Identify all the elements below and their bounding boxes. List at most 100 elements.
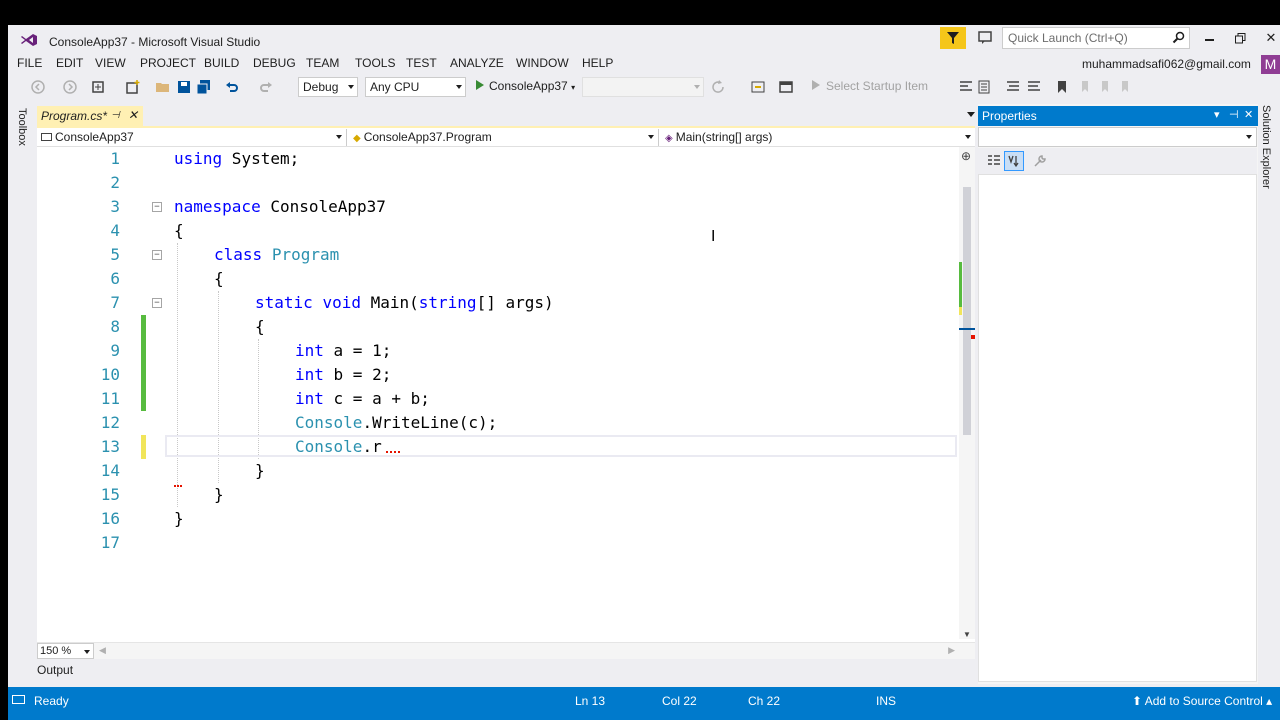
align-icon[interactable] bbox=[958, 79, 974, 95]
property-pages-icon[interactable] bbox=[1032, 153, 1048, 169]
next-bookmark-icon[interactable] bbox=[1096, 79, 1112, 95]
pin-icon[interactable]: ⊣ bbox=[111, 110, 120, 121]
alphabetical-button[interactable] bbox=[1004, 151, 1024, 171]
save-all-icon[interactable] bbox=[196, 79, 212, 95]
new-project-icon[interactable] bbox=[125, 79, 141, 95]
window-title: ConsoleApp37 - Microsoft Visual Studio bbox=[49, 35, 261, 49]
uncomment-icon[interactable] bbox=[1026, 79, 1042, 95]
configuration-select[interactable]: Debug bbox=[298, 77, 358, 97]
member-dropdown[interactable]: ◈ Main(string[] args) bbox=[661, 129, 975, 146]
menu-edit[interactable]: EDIT bbox=[56, 56, 83, 70]
window-position-icon[interactable]: ▾ bbox=[1214, 108, 1220, 121]
user-email[interactable]: muhammadsafi062@gmail.com bbox=[1082, 57, 1251, 71]
comment-icon[interactable] bbox=[1005, 79, 1021, 95]
left-tool-strip: Toolbox bbox=[8, 104, 36, 684]
split-window-icon[interactable]: ⊕ bbox=[961, 149, 971, 163]
menu-window[interactable]: WINDOW bbox=[516, 56, 569, 70]
code-text: class Program bbox=[214, 245, 340, 264]
project-dropdown[interactable]: ConsoleApp37 bbox=[37, 129, 347, 146]
line-number: 17 bbox=[100, 533, 120, 552]
collapse-icon[interactable]: − bbox=[152, 202, 162, 212]
undo-icon[interactable] bbox=[224, 79, 240, 95]
code-text: Console.r bbox=[295, 437, 382, 456]
clear-bookmarks-icon[interactable] bbox=[1116, 79, 1132, 95]
open-folder-icon[interactable] bbox=[155, 79, 171, 95]
toggle-window-icon[interactable] bbox=[778, 79, 794, 95]
menu-analyze[interactable]: ANALYZE bbox=[450, 56, 504, 70]
redo-icon[interactable] bbox=[258, 79, 274, 95]
navigate-back-icon[interactable] bbox=[30, 79, 46, 95]
close-panel-icon[interactable]: ✕ bbox=[1244, 108, 1253, 121]
menu-test[interactable]: TEST bbox=[406, 56, 437, 70]
code-line: 12 Console.WriteLine(c); bbox=[37, 411, 959, 435]
zoom-select[interactable]: 150 % bbox=[37, 643, 94, 659]
code-line: 16 } bbox=[37, 507, 959, 531]
output-tab[interactable]: Output bbox=[37, 663, 73, 677]
code-area[interactable]: 1 using System; 2 3 − namespace ConsoleA… bbox=[37, 147, 959, 633]
menu-team[interactable]: TEAM bbox=[306, 56, 339, 70]
prev-bookmark-icon[interactable] bbox=[1076, 79, 1092, 95]
close-button[interactable]: ✕ bbox=[1260, 29, 1280, 47]
solution-icon[interactable] bbox=[90, 79, 106, 95]
auto-hide-pin-icon[interactable]: ⊣ bbox=[1229, 108, 1239, 121]
scroll-caret-marker bbox=[959, 328, 975, 330]
outline-icon[interactable] bbox=[976, 79, 992, 95]
minimize-button[interactable] bbox=[1198, 29, 1220, 47]
avatar[interactable]: M bbox=[1261, 55, 1280, 74]
refresh-icon[interactable] bbox=[710, 79, 726, 95]
restore-button[interactable] bbox=[1229, 29, 1251, 47]
select-startup-item[interactable]: Select Startup Item bbox=[812, 79, 928, 93]
properties-grid[interactable] bbox=[978, 174, 1257, 682]
source-control-button[interactable]: ⬆ Add to Source Control ▴ bbox=[1132, 694, 1272, 708]
scroll-right-icon[interactable]: ▶ bbox=[948, 645, 955, 656]
document-list-dropdown-icon[interactable] bbox=[967, 112, 975, 117]
menu-debug[interactable]: DEBUG bbox=[253, 56, 296, 70]
navigation-bar: ConsoleApp37 ◆ ConsoleApp37.Program ◈ Main… bbox=[37, 128, 975, 147]
menu-build[interactable]: BUILD bbox=[204, 56, 239, 70]
collapse-icon[interactable]: − bbox=[152, 298, 162, 308]
categorized-icon[interactable] bbox=[986, 153, 1002, 169]
method-icon: ◈ bbox=[665, 133, 673, 144]
notifications-filter-icon[interactable] bbox=[940, 27, 966, 49]
scroll-left-icon[interactable]: ◀ bbox=[99, 645, 106, 656]
menu-tools[interactable]: TOOLS bbox=[355, 56, 395, 70]
tab-program-cs[interactable]: Program.cs* ⊣ ✕ bbox=[37, 106, 143, 126]
save-icon[interactable] bbox=[176, 79, 192, 95]
tab-label: Program.cs* bbox=[41, 109, 108, 123]
menu-help[interactable]: HELP bbox=[582, 56, 613, 70]
scroll-error-marker bbox=[971, 335, 975, 339]
type-dropdown[interactable]: ◆ ConsoleApp37.Program bbox=[349, 129, 659, 146]
code-line: 2 bbox=[37, 171, 959, 195]
code-editor[interactable]: ConsoleApp37 ◆ ConsoleApp37.Program ◈ Main… bbox=[37, 126, 975, 659]
standard-toolbar: Debug Any CPU ConsoleApp37 ▾ Select Star… bbox=[8, 74, 1280, 100]
ibeam-cursor-icon: I bbox=[711, 227, 716, 245]
code-text: { bbox=[255, 317, 265, 336]
properties-title: Properties bbox=[982, 109, 1037, 123]
code-line: 15 } bbox=[37, 483, 959, 507]
scroll-down-icon[interactable]: ▼ bbox=[963, 630, 971, 639]
platform-select[interactable]: Any CPU bbox=[365, 77, 466, 97]
document-tab-well: Program.cs* ⊣ ✕ bbox=[37, 104, 975, 126]
quick-launch-input[interactable]: Quick Launch (Ctrl+Q) bbox=[1002, 27, 1190, 49]
collapse-icon[interactable]: − bbox=[152, 250, 162, 260]
debug-target-select[interactable] bbox=[582, 77, 704, 97]
toolbox-tab[interactable]: Toolbox bbox=[16, 108, 28, 146]
code-line: 7 − static void Main(string[] args) bbox=[37, 291, 959, 315]
scrollbar-thumb[interactable] bbox=[963, 187, 971, 435]
feedback-icon[interactable] bbox=[978, 31, 994, 45]
browser-link-icon[interactable] bbox=[750, 79, 766, 95]
menu-view[interactable]: VIEW bbox=[95, 56, 126, 70]
vertical-scrollbar[interactable]: ⊕ ▼ bbox=[959, 147, 975, 639]
properties-object-select[interactable] bbox=[978, 127, 1257, 147]
member-value: Main(string[] args) bbox=[675, 130, 773, 144]
navigate-forward-icon[interactable] bbox=[62, 79, 78, 95]
close-tab-icon[interactable]: ✕ bbox=[128, 108, 138, 122]
menu-project[interactable]: PROJECT bbox=[140, 56, 196, 70]
bookmark-icon[interactable] bbox=[1054, 79, 1070, 95]
status-insert-mode: INS bbox=[876, 694, 897, 708]
chevron-down-icon bbox=[84, 650, 90, 654]
start-debugging-button[interactable]: ConsoleApp37 ▾ bbox=[476, 79, 575, 93]
vs-window: ConsoleApp37 - Microsoft Visual Studio Q… bbox=[8, 25, 1280, 720]
solution-explorer-tab[interactable]: Solution Explorer bbox=[1260, 105, 1272, 189]
menu-file[interactable]: FILE bbox=[17, 56, 42, 70]
